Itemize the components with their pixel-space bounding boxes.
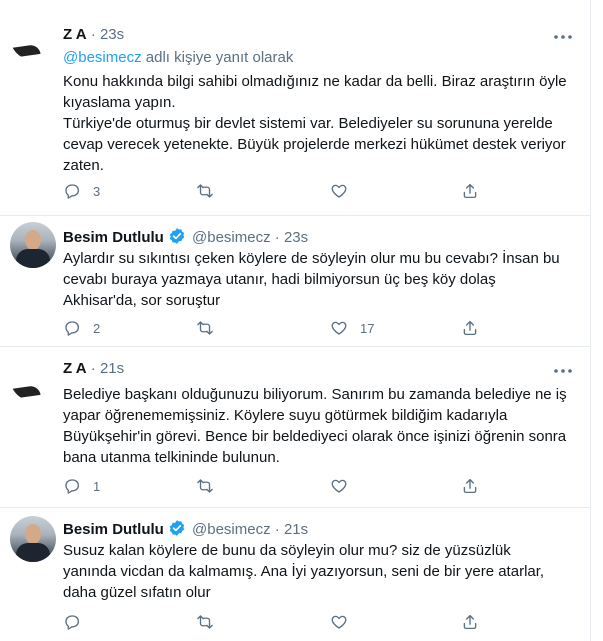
retweet-button[interactable] bbox=[196, 476, 226, 496]
like-button[interactable] bbox=[330, 181, 360, 201]
tweet-header: Z A · 21s bbox=[63, 360, 124, 377]
retweet-button[interactable] bbox=[196, 181, 226, 201]
retweet-button[interactable] bbox=[196, 612, 226, 632]
share-icon bbox=[463, 320, 477, 336]
retweet-icon bbox=[197, 615, 213, 629]
share-button[interactable] bbox=[461, 181, 479, 201]
more-icon[interactable] bbox=[552, 30, 574, 44]
retweet-icon bbox=[197, 479, 213, 493]
reply-context: @besimecz adlı kişiye yanıt olarak bbox=[63, 49, 293, 66]
author-name[interactable]: Z A bbox=[63, 26, 87, 43]
avatar-suit bbox=[16, 249, 50, 268]
timeline-border bbox=[590, 0, 591, 641]
author-name[interactable]: Z A bbox=[63, 360, 87, 377]
mention-link[interactable]: @besimecz bbox=[63, 49, 142, 66]
author-handle[interactable]: @besimecz bbox=[192, 521, 271, 538]
author-handle[interactable]: @besimecz bbox=[192, 229, 271, 246]
reply-icon bbox=[65, 479, 80, 494]
share-button[interactable] bbox=[461, 476, 479, 496]
like-button[interactable] bbox=[330, 476, 360, 496]
retweet-button[interactable] bbox=[196, 318, 226, 338]
reply-icon bbox=[65, 615, 80, 630]
tweet-actions bbox=[63, 612, 563, 632]
tweet-actions: 1 bbox=[63, 476, 563, 496]
reply-icon bbox=[65, 321, 80, 336]
like-button[interactable]: 17 bbox=[330, 318, 374, 338]
tweet-text: Belediye başkanı olduğunuzu biliyorum. S… bbox=[63, 386, 567, 466]
timestamp[interactable]: 21s bbox=[100, 360, 124, 377]
avatar-face bbox=[25, 524, 41, 544]
tweet-text: Konu hakkında bilgi sahibi olmadığınız n… bbox=[63, 73, 567, 174]
like-icon bbox=[331, 479, 347, 493]
verified-icon bbox=[169, 520, 184, 536]
tweet-header: Besim Dutlulu @besimecz · 21s bbox=[63, 519, 308, 538]
timestamp[interactable]: 23s bbox=[100, 26, 124, 43]
separator-dot: · bbox=[274, 229, 280, 246]
tweet-4[interactable]: Besim Dutlulu @besimecz · 21s Susuz kala… bbox=[0, 508, 590, 641]
author-name[interactable]: Besim Dutlulu bbox=[63, 521, 164, 538]
like-button[interactable] bbox=[330, 612, 360, 632]
share-icon bbox=[463, 478, 477, 494]
separator-dot: · bbox=[90, 26, 96, 43]
separator-dot: · bbox=[90, 360, 96, 377]
more-icon[interactable] bbox=[552, 364, 574, 378]
reply-button[interactable]: 2 bbox=[63, 318, 100, 338]
reply-button[interactable]: 3 bbox=[63, 181, 100, 201]
timestamp[interactable]: 21s bbox=[284, 521, 308, 538]
tweet-header: Besim Dutlulu @besimecz · 23s bbox=[63, 227, 308, 246]
reply-icon bbox=[65, 184, 80, 199]
like-count: 17 bbox=[360, 320, 375, 336]
avatar[interactable] bbox=[10, 14, 56, 60]
avatar[interactable] bbox=[10, 516, 56, 562]
like-icon bbox=[331, 321, 347, 335]
retweet-icon bbox=[197, 321, 213, 335]
separator-dot: · bbox=[274, 521, 280, 538]
author-name[interactable]: Besim Dutlulu bbox=[63, 229, 164, 246]
tweet-3[interactable]: Z A · 21s Belediye başkanı olduğunuzu bi… bbox=[0, 347, 590, 508]
reply-context-text: adlı kişiye yanıt olarak bbox=[141, 49, 294, 66]
tweet-text: Susuz kalan köylere de bunu da söyleyin … bbox=[63, 542, 545, 601]
avatar-suit bbox=[16, 543, 50, 562]
tweet-2[interactable]: Besim Dutlulu @besimecz · 23s Aylardır s… bbox=[0, 216, 590, 347]
avatar-face bbox=[25, 230, 41, 250]
verified-icon bbox=[169, 228, 184, 244]
tweet-text: Aylardır su sıkıntısı çeken köylere de s… bbox=[63, 250, 560, 309]
like-icon bbox=[331, 615, 347, 629]
tweet-actions: 3 bbox=[63, 181, 563, 201]
retweet-icon bbox=[197, 184, 213, 198]
share-icon bbox=[463, 183, 477, 199]
share-icon bbox=[463, 614, 477, 630]
reply-count: 3 bbox=[93, 183, 101, 199]
reply-count: 1 bbox=[93, 478, 101, 494]
tweet-header: Z A · 23s bbox=[63, 26, 124, 43]
tweet-1[interactable]: Z A · 23s @besimecz adlı kişiye yanıt ol… bbox=[0, 0, 590, 216]
tweet-actions: 2 17 bbox=[63, 318, 563, 338]
timestamp[interactable]: 23s bbox=[284, 229, 308, 246]
reply-button[interactable]: 1 bbox=[63, 476, 100, 496]
share-button[interactable] bbox=[461, 318, 479, 338]
avatar[interactable] bbox=[10, 222, 56, 268]
avatar[interactable] bbox=[10, 355, 56, 401]
reply-count: 2 bbox=[93, 320, 101, 336]
like-icon bbox=[331, 184, 347, 198]
share-button[interactable] bbox=[461, 612, 479, 632]
reply-button[interactable] bbox=[63, 612, 93, 632]
